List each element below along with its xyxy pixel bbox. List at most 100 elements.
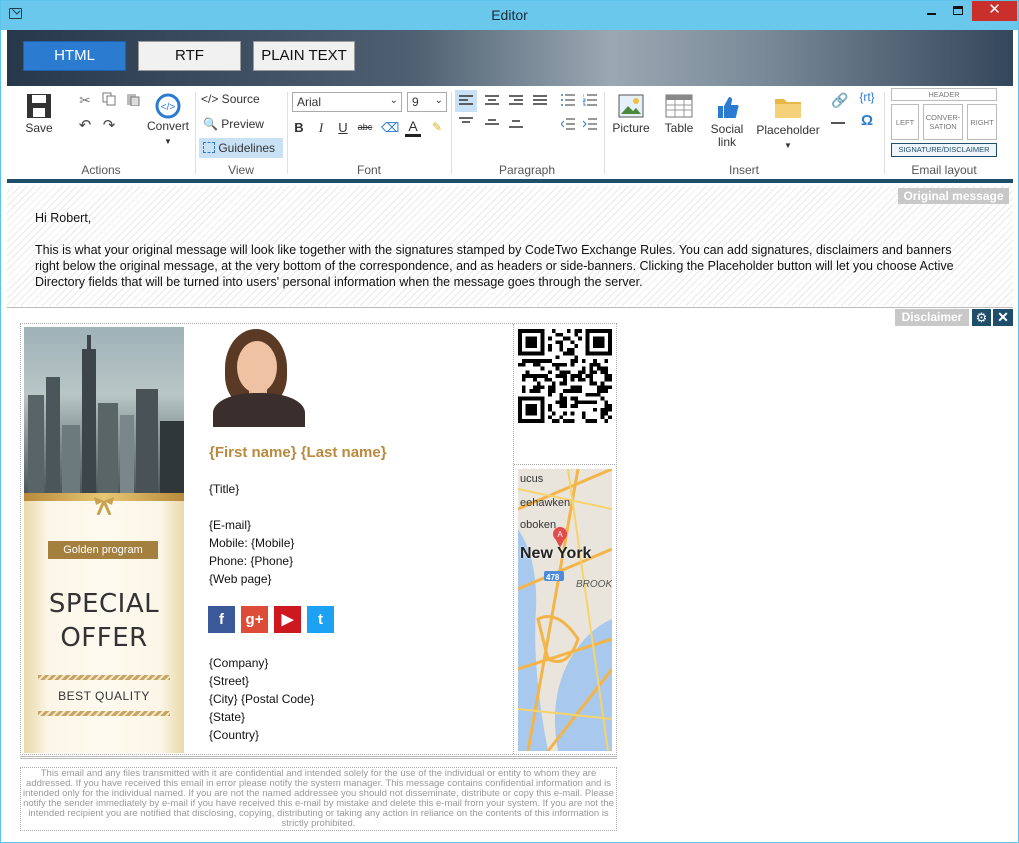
convert-icon: </> — [155, 93, 181, 119]
layout-signature-button[interactable]: SIGNATURE/DISCLAIMER — [891, 143, 997, 157]
placeholder-button[interactable]: Placeholder ▼ — [755, 94, 821, 158]
source-button[interactable]: </> Source — [201, 92, 285, 110]
special-char-button[interactable]: Ω — [857, 112, 877, 129]
column-divider — [513, 324, 514, 754]
best-quality-text: BEST QUALITY — [58, 689, 150, 703]
phone-placeholder: Phone: {Phone} — [209, 554, 294, 568]
convert-button[interactable]: </> Convert ▼ — [147, 92, 189, 156]
layout-right-button[interactable]: RIGHT — [967, 104, 997, 140]
group-divider — [195, 92, 196, 174]
disclaimer-label: Disclaimer — [895, 309, 969, 326]
valign-middle-button[interactable] — [481, 116, 503, 134]
mobile-placeholder: Mobile: {Mobile} — [209, 536, 295, 550]
country-placeholder: {Country} — [209, 728, 260, 742]
rt-placeholder-button[interactable]: {rt} — [855, 90, 879, 106]
save-button[interactable]: Save — [21, 92, 57, 142]
horizontal-line-button[interactable] — [831, 116, 849, 130]
map-label-brooklyn: BROOK — [576, 579, 612, 590]
facebook-icon[interactable]: f — [208, 606, 235, 633]
minimize-button[interactable] — [918, 1, 944, 21]
maximize-button[interactable] — [945, 1, 971, 21]
clear-format-button[interactable]: ⌫ — [381, 120, 400, 136]
offer-line: OFFER — [60, 623, 148, 653]
redo-button[interactable]: ↷ — [101, 116, 117, 134]
disclaimer-divider — [7, 307, 1013, 308]
html-mode-button[interactable]: HTML — [23, 41, 126, 71]
layout-left-button[interactable]: LEFT — [891, 104, 919, 140]
layout-conversation-button[interactable]: CONVER- SATION — [923, 104, 963, 140]
highlight-button[interactable]: ✎ — [429, 120, 445, 134]
highlighter-icon: ✎ — [431, 120, 443, 134]
profile-photo — [207, 327, 307, 427]
save-icon — [27, 94, 51, 118]
convert-label: Convert — [147, 119, 190, 133]
outdent-button[interactable] — [559, 118, 577, 134]
rtf-mode-button[interactable]: RTF — [138, 41, 241, 71]
twitter-icon[interactable]: t — [307, 606, 334, 633]
cut-button[interactable]: ✂ — [77, 92, 93, 108]
align-right-button[interactable] — [505, 90, 527, 112]
table-button[interactable]: Table — [659, 94, 699, 144]
outdent-icon — [560, 118, 575, 130]
paste-button[interactable] — [125, 92, 141, 108]
numbered-list-button[interactable] — [581, 94, 599, 110]
eraser-icon: ⌫ — [381, 120, 400, 135]
map-label-new-york: New York — [520, 545, 592, 562]
social-link-button[interactable]: Social link — [707, 94, 747, 154]
chevron-down-icon: ▼ — [164, 137, 172, 146]
google-plus-icon[interactable]: g+ — [241, 606, 268, 633]
valign-middle-icon — [485, 119, 499, 125]
justify-button[interactable] — [529, 90, 551, 112]
preview-label: Preview — [221, 117, 264, 131]
guidelines-icon — [203, 142, 215, 153]
state-placeholder: {State} — [209, 710, 246, 724]
layout-header-button[interactable]: HEADER — [891, 88, 997, 101]
indent-button[interactable] — [581, 118, 599, 134]
close-button[interactable]: ✕ — [972, 1, 1017, 21]
font-color-button[interactable]: A — [405, 118, 421, 137]
link-icon: 🔗 — [831, 92, 849, 108]
group-divider — [287, 92, 288, 174]
valign-bottom-button[interactable] — [505, 116, 527, 134]
youtube-icon[interactable]: ▶ — [274, 606, 301, 633]
picture-button[interactable]: Picture — [611, 94, 651, 144]
bullet-list-button[interactable] — [559, 94, 577, 110]
underline-button[interactable]: U — [336, 120, 350, 135]
redo-icon: ↷ — [102, 117, 116, 134]
signature-table[interactable]: Golden program SPECIAL OFFER BEST QUALIT… — [20, 323, 617, 755]
strikethrough-button[interactable]: abc — [357, 122, 373, 132]
original-message-area[interactable]: Original message Hi Robert, This is what… — [7, 186, 1013, 306]
copy-icon — [102, 92, 116, 106]
guidelines-button[interactable]: Guidelines — [199, 138, 283, 158]
table-label: Table — [664, 121, 694, 135]
table-icon — [665, 94, 693, 118]
valign-top-button[interactable] — [455, 116, 477, 134]
paste-icon — [127, 94, 140, 107]
company-placeholder: {Company} — [209, 656, 269, 670]
actions-group-label: Actions — [81, 163, 121, 177]
bullet-list-icon — [561, 94, 575, 106]
bow-icon — [94, 497, 114, 515]
group-divider — [451, 92, 452, 174]
hyperlink-button[interactable]: 🔗 — [831, 92, 849, 108]
copy-button[interactable] — [101, 92, 117, 108]
align-center-icon — [485, 95, 499, 105]
justify-icon — [533, 95, 547, 105]
font-size-select[interactable]: 9 ⌄ — [407, 92, 447, 112]
italic-button[interactable]: I — [314, 120, 328, 136]
view-group-label: View — [228, 163, 254, 177]
align-right-icon — [509, 95, 523, 105]
align-center-button[interactable] — [481, 90, 503, 112]
valign-top-icon — [459, 117, 473, 123]
font-family-select[interactable]: Arial ⌄ — [292, 92, 402, 112]
body-line-3: Directory fields that will be turned int… — [35, 275, 643, 289]
placeholder-label: Placeholder — [756, 123, 820, 137]
undo-button[interactable]: ↶ — [77, 116, 93, 134]
align-left-button[interactable] — [455, 90, 477, 112]
guidelines-label: Guidelines — [218, 141, 276, 155]
disclaimer-remove-button[interactable]: ✕ — [993, 309, 1013, 326]
disclaimer-settings-button[interactable]: ⚙ — [972, 309, 991, 326]
preview-button[interactable]: 🔍 Preview — [201, 117, 285, 135]
plain-text-mode-button[interactable]: PLAIN TEXT — [253, 41, 355, 71]
bold-button[interactable]: B — [292, 120, 306, 135]
